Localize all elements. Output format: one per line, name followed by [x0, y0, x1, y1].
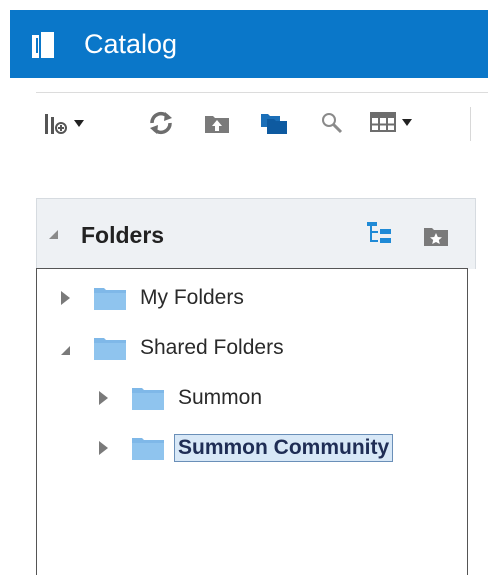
- search-button[interactable]: [320, 111, 344, 135]
- folder-icon: [132, 388, 164, 410]
- collapse-arrow-icon[interactable]: [61, 345, 70, 355]
- folders-panel: Folders My Folders Shared Folders Summon…: [36, 198, 476, 575]
- folder-upload-icon: [205, 116, 229, 133]
- toolbar-separator: [470, 107, 471, 141]
- tree-item-label: Shared Folders: [140, 336, 284, 359]
- folder-icon: [132, 438, 164, 460]
- search-icon: [322, 113, 343, 134]
- folder-copy-icon: [261, 114, 287, 134]
- tree-item-shared-folders[interactable]: Shared Folders: [61, 333, 284, 363]
- view-menu-button[interactable]: [370, 111, 412, 133]
- tree-item-label: My Folders: [140, 286, 244, 309]
- tree-item-label: Summon: [178, 386, 263, 409]
- view-grid-icon: [370, 112, 396, 132]
- chevron-down-icon: [402, 118, 412, 126]
- expand-arrow-icon[interactable]: [99, 441, 108, 455]
- toolbar: [36, 93, 488, 157]
- catalog-header: Catalog: [10, 10, 488, 78]
- tree-item-my-folders[interactable]: My Folders: [61, 283, 244, 313]
- folder-tree: My Folders Shared Folders Summon Summon …: [36, 268, 468, 575]
- catalog-book-icon: [32, 32, 54, 58]
- expand-arrow-icon[interactable]: [99, 391, 108, 405]
- tree-item-summon[interactable]: Summon: [99, 383, 262, 413]
- new-menu-button[interactable]: [44, 111, 84, 135]
- copy-button[interactable]: [260, 111, 288, 135]
- chevron-down-icon: [74, 119, 84, 127]
- folders-panel-header: Folders: [36, 198, 476, 269]
- tree-item-summon-community[interactable]: Summon Community: [99, 433, 394, 463]
- collapse-triangle-icon[interactable]: [49, 230, 58, 239]
- refresh-icon: [150, 111, 172, 135]
- tree-view-icon[interactable]: [365, 221, 393, 247]
- tree-item-label-selected: Summon Community: [174, 434, 394, 462]
- refresh-button[interactable]: [148, 111, 174, 135]
- new-item-icon: [45, 114, 67, 134]
- panel-title: Folders: [81, 222, 165, 248]
- expand-arrow-icon[interactable]: [61, 291, 70, 305]
- page-title: Catalog: [84, 29, 178, 59]
- folder-icon: [94, 288, 126, 310]
- folder-icon: [94, 338, 126, 360]
- favorite-folder-icon[interactable]: [423, 225, 449, 247]
- upload-button[interactable]: [204, 111, 230, 135]
